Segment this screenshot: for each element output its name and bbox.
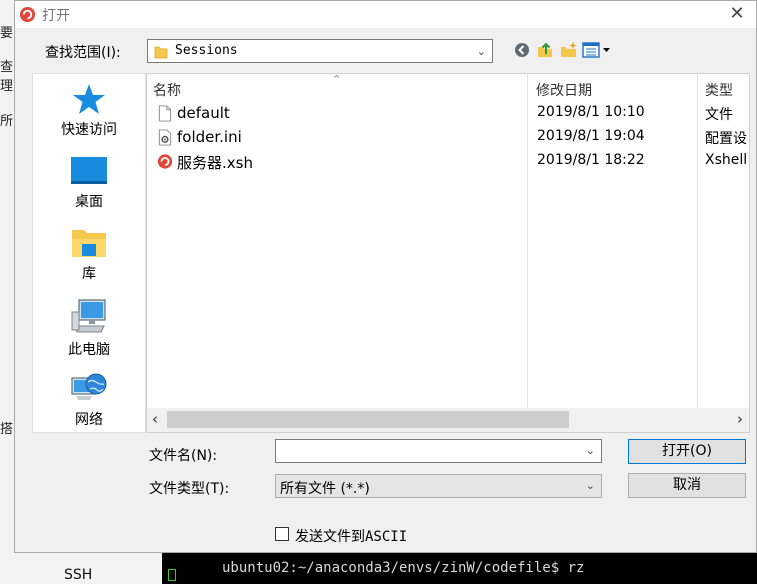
place-quick-access[interactable]: 快速访问 (33, 82, 145, 148)
place-label: 库 (82, 266, 96, 282)
background-terminal: ubuntu02:~/anaconda3/envs/zinW/codefile$… (162, 553, 757, 584)
file-type: Xshell (705, 152, 748, 168)
star-icon (73, 84, 105, 114)
filename-label: 文件名(N): (149, 448, 218, 464)
terminal-cursor-icon (168, 569, 176, 581)
title-bar: 打开 ✕ (15, 1, 756, 28)
place-this-pc[interactable]: 此电脑 (33, 298, 145, 364)
place-libraries[interactable]: 库 (33, 226, 145, 292)
filetype-dropdown[interactable]: 所有文件 (*.*) ⌄ (275, 474, 602, 498)
close-button[interactable]: ✕ (726, 3, 748, 25)
computer-icon (71, 299, 106, 333)
file-row[interactable]: folder.ini 2019/8/1 19:04 配置设 (151, 126, 749, 149)
place-label: 此电脑 (68, 342, 110, 358)
place-label: 网络 (75, 412, 103, 428)
background-fragment: 查理 (0, 60, 14, 94)
chevron-down-icon: ⌄ (585, 479, 595, 492)
background-fragment: 所 (0, 114, 14, 129)
file-date: 2019/8/1 19:04 (537, 128, 645, 144)
chevron-down-icon: ⌄ (476, 45, 486, 58)
file-date: 2019/8/1 10:10 (537, 104, 645, 120)
column-header-name[interactable]: 名称 (153, 80, 181, 100)
window-title: 打开 (42, 8, 70, 24)
filetype-label: 文件类型(T): (149, 481, 230, 497)
places-bar: 快速访问 桌面 库 此电脑 网络 (32, 73, 146, 433)
filetype-value: 所有文件 (*.*) (280, 481, 370, 497)
scrollbar-thumb[interactable] (167, 411, 569, 428)
column-header-type[interactable]: 类型 (705, 80, 733, 100)
place-network[interactable]: 网络 (33, 370, 145, 436)
file-date: 2019/8/1 18:22 (537, 152, 645, 168)
desktop-icon (71, 157, 107, 184)
file-row[interactable]: default 2019/8/1 10:10 文件 (151, 102, 749, 125)
lookin-value: Sessions (175, 43, 238, 58)
place-label: 快速访问 (61, 122, 117, 138)
filename-input[interactable]: ⌄ (275, 439, 602, 463)
file-name: folder.ini (177, 128, 242, 146)
cancel-button[interactable]: 取消 (628, 473, 746, 498)
scroll-right-icon[interactable]: › (737, 410, 743, 428)
file-name: default (177, 104, 230, 122)
sort-ascending-icon: ⌃ (332, 73, 342, 86)
file-type: 文件 (705, 107, 733, 123)
file-row[interactable]: 服务器.xsh 2019/8/1 18:22 Xshell (151, 150, 749, 173)
back-icon[interactable] (513, 41, 531, 59)
place-desktop[interactable]: 桌面 (33, 154, 145, 220)
open-file-dialog: 打开 ✕ 查找范围(I): Sessions ⌄ 快速访问 桌面 库 此电脑 网… (14, 0, 757, 553)
xshell-app-icon (19, 6, 36, 23)
file-list[interactable]: ⌃ 名称 修改日期 类型 default 2019/8/1 10:10 文件 f… (146, 73, 750, 433)
file-name: 服务器.xsh (177, 154, 253, 172)
background-ssh-label: SSH (64, 567, 93, 583)
scroll-left-icon[interactable]: ‹ (152, 410, 158, 428)
config-file-icon (158, 129, 172, 146)
background-fragment: 搭 (0, 422, 14, 437)
place-label: 桌面 (75, 194, 103, 210)
ascii-checkbox-label[interactable]: 发送文件到ASCII (295, 526, 407, 546)
file-type: 配置设 (705, 131, 747, 147)
column-header-modified[interactable]: 修改日期 (536, 80, 592, 100)
background-left-panel: 要 查理 所 搭 (0, 0, 15, 584)
lookin-label: 查找范围(I): (45, 45, 121, 61)
open-button[interactable]: 打开(O) (628, 439, 746, 464)
new-folder-icon[interactable] (560, 41, 578, 59)
network-globe-icon (71, 373, 107, 400)
horizontal-scrollbar[interactable]: ‹ › (147, 408, 749, 432)
folder-icon (154, 46, 168, 59)
lookin-dropdown[interactable]: Sessions ⌄ (147, 39, 493, 63)
library-folder-icon (72, 230, 106, 257)
chevron-down-icon[interactable]: ⌄ (586, 444, 595, 457)
xshell-session-icon (157, 154, 173, 169)
terminal-prompt: ubuntu02:~/anaconda3/envs/zinW/codefile$… (222, 560, 585, 576)
ascii-checkbox[interactable] (275, 527, 289, 541)
view-menu-icon[interactable] (582, 41, 612, 59)
background-fragment: 要 (0, 26, 14, 41)
blank-file-icon (158, 105, 172, 122)
up-folder-icon[interactable] (536, 41, 554, 59)
